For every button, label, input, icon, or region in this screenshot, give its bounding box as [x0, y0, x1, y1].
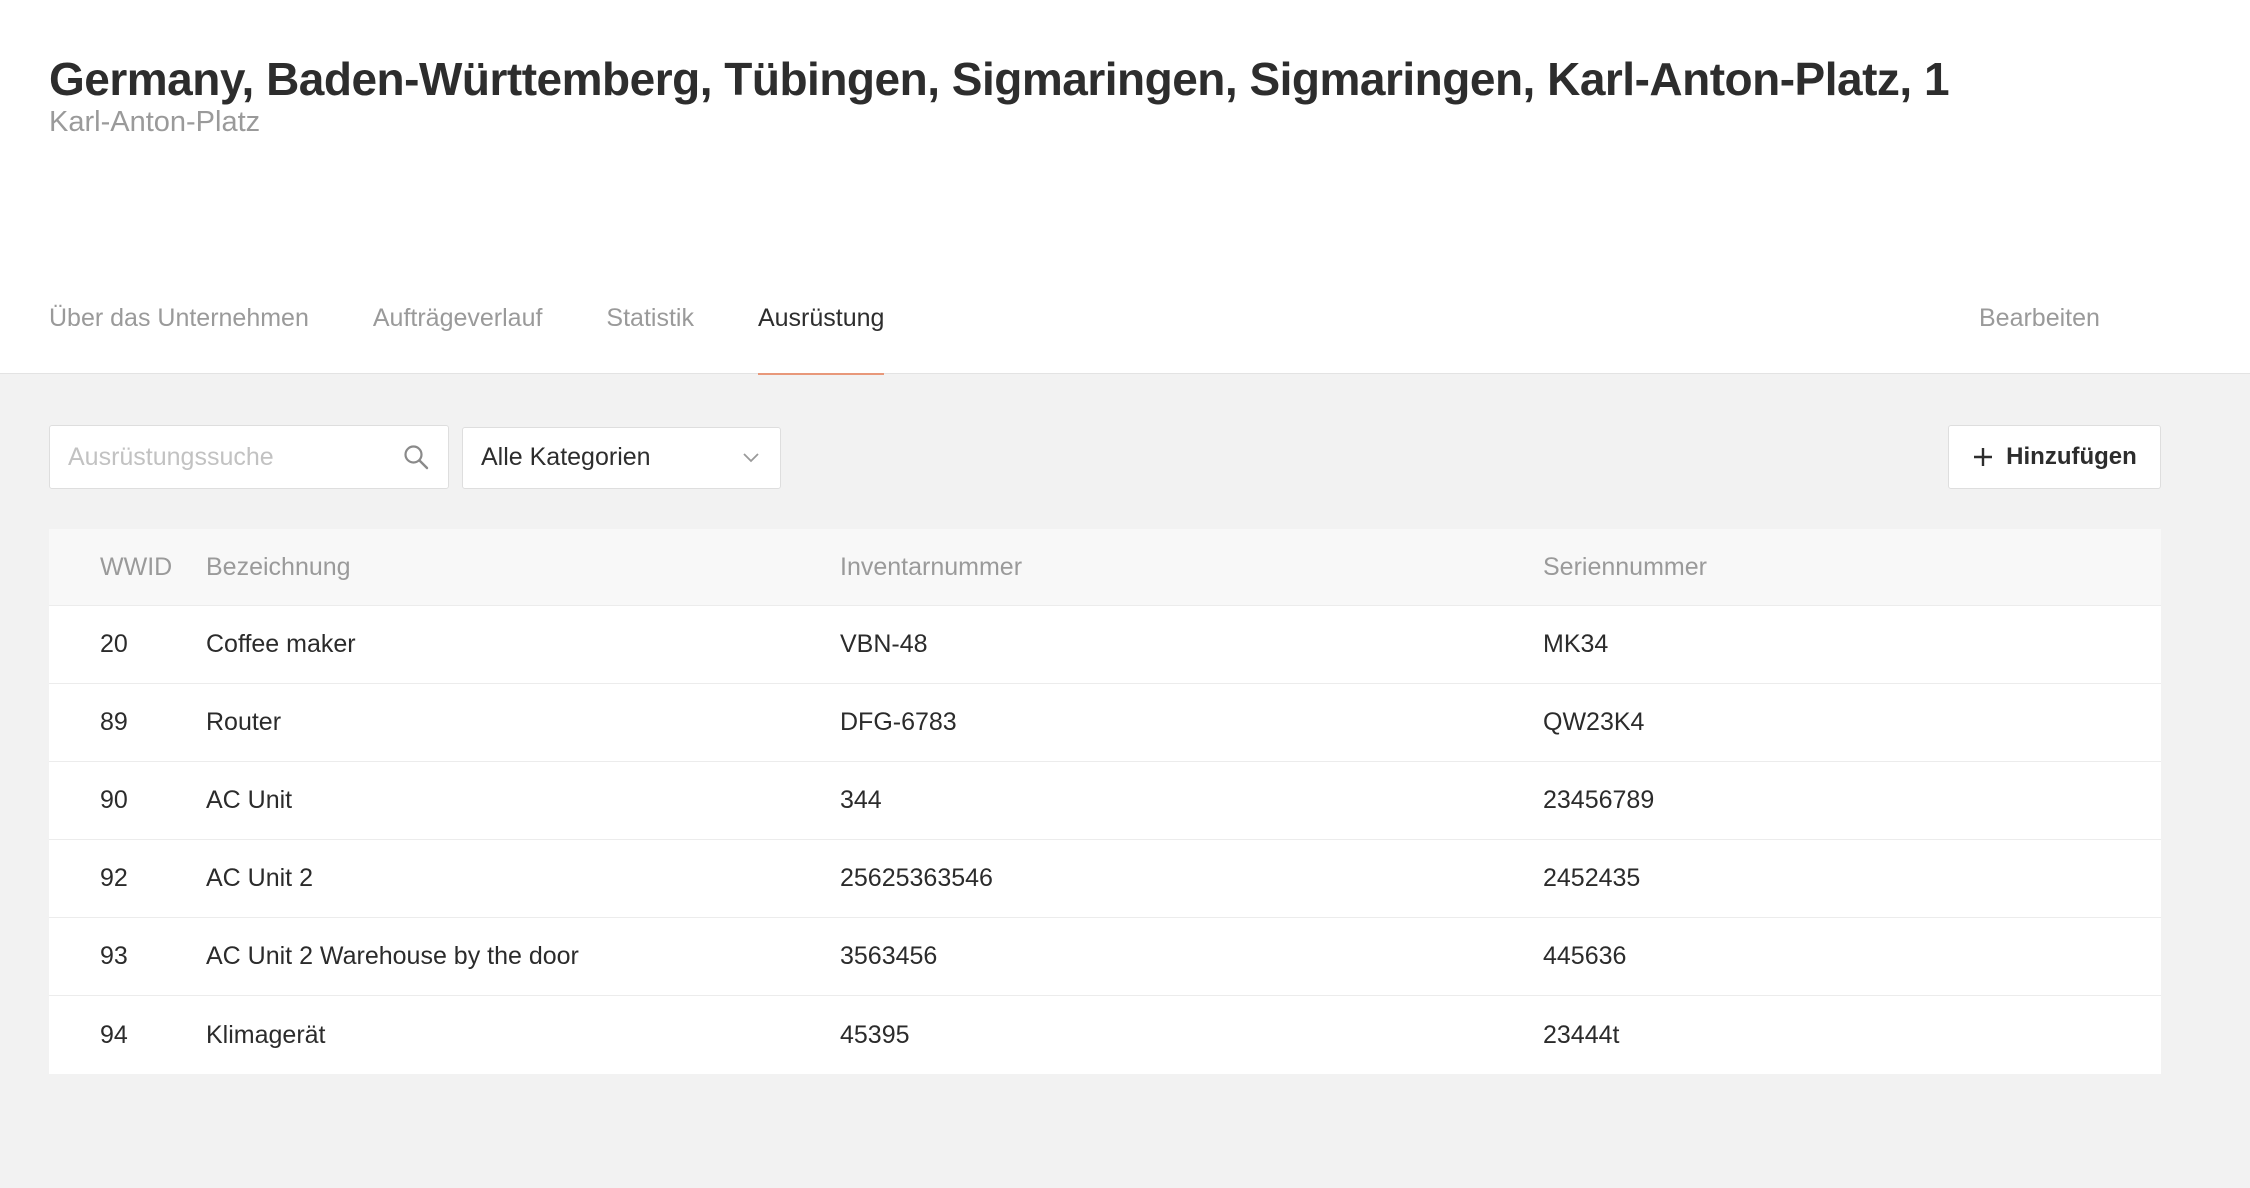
table-row[interactable]: 20 Coffee maker VBN-48 MK34 — [49, 606, 2161, 684]
add-equipment-button[interactable]: Hinzufügen — [1948, 425, 2161, 489]
plus-icon — [1974, 448, 1993, 466]
equipment-toolbar: Alle Kategorien Hinzufügen — [49, 425, 2161, 489]
edit-link[interactable]: Bearbeiten — [1979, 304, 2100, 333]
chevron-down-icon — [743, 453, 759, 463]
add-button-label: Hinzufügen — [2006, 443, 2137, 470]
cell-name: Coffee maker — [206, 630, 356, 658]
equipment-table: WWID Bezeichnung Inventarnummer Seriennu… — [49, 529, 2161, 1074]
page-subtitle: Karl-Anton-Platz — [49, 106, 261, 138]
column-header-inventory[interactable]: Inventarnummer — [840, 529, 1022, 605]
cell-serial: MK34 — [1543, 630, 1609, 658]
search-box — [49, 425, 449, 489]
cell-serial: 23456789 — [1543, 786, 1655, 814]
table-row[interactable]: 94 Klimagerät 45395 23444t — [49, 996, 2161, 1074]
cell-inventory: DFG-6783 — [840, 708, 957, 736]
category-select[interactable]: Alle Kategorien — [462, 427, 781, 489]
cell-inventory: 25625363546 — [840, 864, 993, 892]
category-select-value: Alle Kategorien — [481, 443, 651, 471]
table-row[interactable]: 89 Router DFG-6783 QW23K4 — [49, 684, 2161, 762]
cell-serial: QW23K4 — [1543, 708, 1645, 736]
cell-inventory: VBN-48 — [840, 630, 928, 658]
column-header-wwid[interactable]: WWID — [100, 529, 172, 605]
cell-inventory: 3563456 — [840, 942, 938, 970]
table-row[interactable]: 90 AC Unit 344 23456789 — [49, 762, 2161, 840]
tab-bar: Über das Unternehmen Aufträgeverlauf Sta… — [49, 300, 885, 375]
tab-statistics[interactable]: Statistik — [606, 300, 694, 374]
cell-inventory: 344 — [840, 786, 882, 814]
page-header: Germany, Baden-Württemberg, Tübingen, Si… — [0, 0, 2250, 375]
cell-serial: 23444t — [1543, 1020, 1620, 1049]
table-row[interactable]: 93 AC Unit 2 Warehouse by the door 35634… — [49, 918, 2161, 996]
cell-name: AC Unit 2 Warehouse by the door — [206, 942, 579, 970]
column-header-serial[interactable]: Seriennummer — [1543, 529, 1707, 605]
tab-about-company[interactable]: Über das Unternehmen — [49, 300, 309, 374]
cell-wwid: 89 — [100, 708, 128, 736]
column-header-name[interactable]: Bezeichnung — [206, 529, 351, 605]
cell-wwid: 93 — [100, 942, 128, 970]
cell-name: Router — [206, 708, 282, 736]
cell-wwid: 92 — [100, 864, 128, 892]
cell-wwid: 90 — [100, 786, 128, 814]
search-icon[interactable] — [402, 443, 430, 471]
cell-name: AC Unit — [206, 786, 293, 814]
cell-serial: 445636 — [1543, 942, 1627, 970]
page-title: Germany, Baden-Württemberg, Tübingen, Si… — [49, 53, 1950, 105]
table-row[interactable]: 92 AC Unit 2 25625363546 2452435 — [49, 840, 2161, 918]
table-header: WWID Bezeichnung Inventarnummer Seriennu… — [49, 529, 2161, 606]
cell-inventory: 45395 — [840, 1020, 910, 1049]
cell-name: AC Unit 2 — [206, 864, 313, 892]
cell-name: Klimagerät — [206, 1020, 326, 1049]
tab-order-history[interactable]: Aufträgeverlauf — [373, 300, 543, 374]
cell-wwid: 94 — [100, 1020, 128, 1049]
cell-serial: 2452435 — [1543, 864, 1641, 892]
cell-wwid: 20 — [100, 630, 128, 658]
search-input[interactable] — [50, 426, 390, 488]
tab-equipment[interactable]: Ausrüstung — [757, 300, 885, 375]
